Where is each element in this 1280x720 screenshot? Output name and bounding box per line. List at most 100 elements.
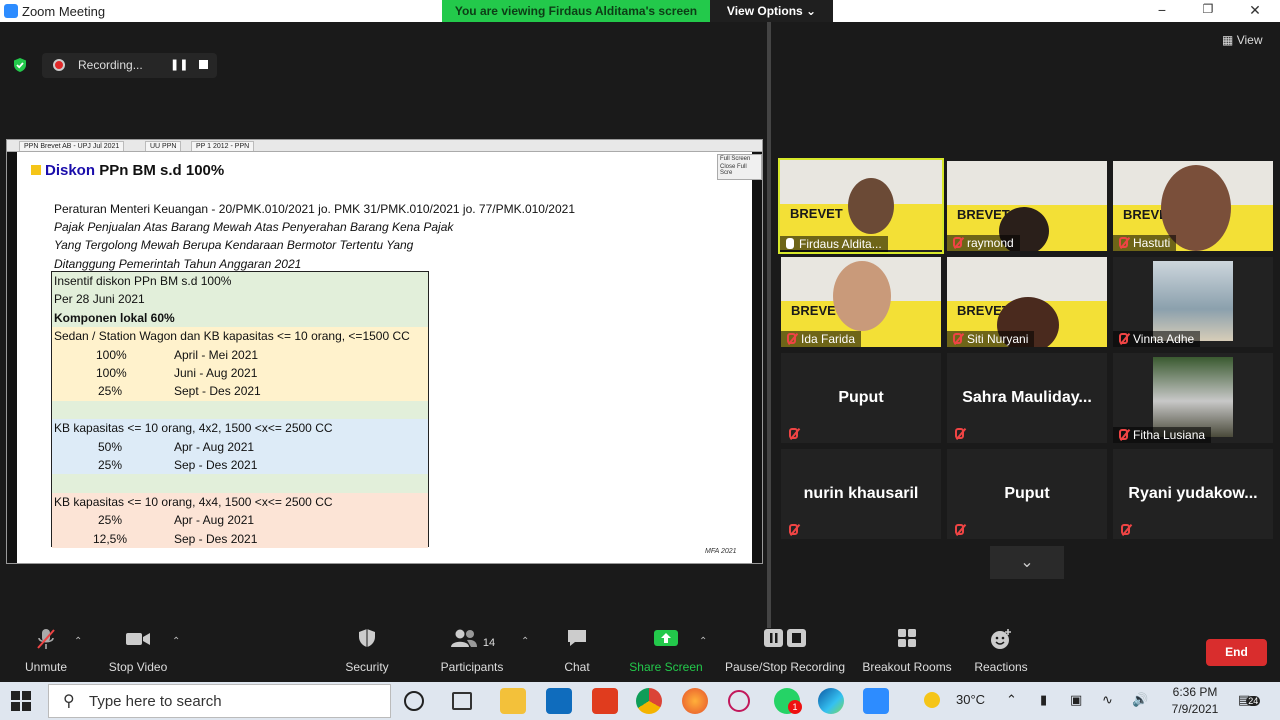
table-row: Komponen lokal 60% — [52, 308, 428, 328]
end-meeting-button[interactable]: End — [1206, 639, 1267, 666]
participant-tile[interactable]: BREVET Siti Nuryani — [947, 257, 1107, 347]
stop-recording-button[interactable] — [199, 60, 208, 69]
task-view-icon[interactable] — [452, 692, 472, 710]
pause-recording-button[interactable]: ❚❚ — [170, 58, 188, 71]
discount-percent: 25% — [98, 513, 123, 528]
taskbar-clock[interactable]: 6:36 PM 7/9/2021 — [1160, 684, 1230, 718]
audio-options-caret[interactable]: ⌃ — [74, 636, 82, 647]
table-row: KB kapasitas <= 10 orang, 4x2, 1500 <x<=… — [52, 419, 428, 438]
pause-stop-icon — [722, 628, 848, 658]
microphone-tray-icon[interactable]: ▮ — [1040, 692, 1047, 708]
outlook-icon[interactable] — [546, 688, 572, 714]
table-row: Sedan / Station Wagon dan KB kapasitas <… — [52, 327, 428, 346]
participant-tile[interactable]: BREVET Firdaus Aldita... — [778, 158, 944, 254]
table-row: 25% Apr - Aug 2021 — [52, 511, 428, 530]
table-row: 50% Apr - Aug 2021 — [52, 437, 428, 456]
volume-icon[interactable]: 🔊 — [1132, 692, 1148, 708]
discount-percent: 12,5% — [93, 531, 128, 546]
battery-icon[interactable]: ▣ — [1070, 692, 1082, 708]
share-options-caret[interactable]: ⌃ — [699, 636, 707, 647]
participant-name-display: Sahra Mauliday... — [962, 389, 1092, 406]
ppt-tab[interactable]: PPN Brevet AB - UPJ Jul 2021 — [19, 141, 125, 151]
participant-name-display: Puput — [838, 389, 884, 406]
security-shield-icon[interactable] — [12, 57, 28, 73]
table-row: 12,5% Sep - Des 2021 — [52, 529, 428, 548]
window-title: Zoom Meeting — [22, 4, 106, 19]
clock-time: 6:36 PM — [1172, 685, 1218, 699]
participant-video — [833, 261, 891, 331]
participant-tile[interactable]: BREVET Ida Farida — [781, 257, 941, 347]
viewing-screen-banner: You are viewing Firdaus Alditama's scree… — [442, 0, 710, 22]
firefox-icon[interactable] — [682, 688, 708, 714]
participants-button[interactable]: 14 Participants — [436, 628, 508, 682]
view-label: View — [1236, 33, 1263, 47]
participant-name-label: Ida Farida — [781, 331, 862, 347]
gallery-view-button[interactable]: ▦ View — [1222, 33, 1262, 47]
snipping-tool-icon[interactable] — [728, 690, 750, 712]
maximize-button[interactable]: ❐ — [1188, 2, 1228, 20]
slide-title-keyword: Diskon — [45, 162, 96, 179]
table-row: Insentif diskon PPn BM s.d 100% — [52, 272, 428, 291]
close-full-screen-menu-item[interactable]: Close Full Scre — [718, 163, 761, 177]
whatsapp-icon[interactable]: 1 — [774, 688, 802, 714]
pause-stop-recording-button[interactable]: Pause/Stop Recording — [722, 628, 848, 682]
taskbar-search-input[interactable]: ⚲ Type here to search — [48, 684, 391, 718]
discount-percent: 100% — [96, 366, 127, 380]
close-button[interactable]: ✕ — [1235, 2, 1275, 20]
unmute-button[interactable]: Unmute — [22, 628, 70, 682]
breakout-rooms-button[interactable]: Breakout Rooms — [860, 628, 954, 682]
participant-tile[interactable]: Sahra Mauliday... — [947, 353, 1107, 443]
regulation-line: Peraturan Menteri Keuangan - 20/PMK.010/… — [54, 202, 575, 216]
participant-tile[interactable]: BREVET raymond — [947, 161, 1107, 251]
table-row-spacer — [52, 400, 428, 420]
participant-tile[interactable]: Fitha Lusiana — [1113, 353, 1273, 443]
table-row: 100% April - Mei 2021 — [52, 345, 428, 364]
cortana-icon[interactable] — [404, 691, 424, 711]
split-divider[interactable] — [767, 22, 771, 630]
zoom-taskbar-icon[interactable] — [863, 688, 889, 714]
file-explorer-icon[interactable] — [500, 688, 526, 714]
participant-name-label: Firdaus Aldita... — [780, 236, 888, 252]
meeting-toolbar: Unmute ⌃ Stop Video ⌃ Security 14 Partic… — [0, 628, 1280, 682]
weather-icon[interactable] — [924, 692, 940, 711]
reactions-button[interactable]: Reactions — [972, 628, 1030, 682]
participant-name-label: Siti Nuryani — [947, 331, 1035, 347]
wifi-icon[interactable]: ∿ — [1102, 692, 1113, 708]
video-options-caret[interactable]: ⌃ — [172, 636, 180, 647]
muted-mic-icon — [22, 628, 70, 658]
participant-tile[interactable]: Vinna Adhe — [1113, 257, 1273, 347]
tray-expand-icon[interactable]: ⌃ — [1006, 692, 1017, 708]
participant-tile[interactable]: Puput — [781, 353, 941, 443]
gallery-next-page-button[interactable]: ⌄ — [990, 546, 1064, 579]
slide-border-left — [7, 152, 17, 563]
ppt-tab[interactable]: UU PPN — [145, 141, 182, 151]
participant-tile[interactable]: BREVET Hastuti — [1113, 161, 1273, 251]
recording-dot-icon — [53, 59, 65, 71]
discount-percent: 100% — [96, 347, 127, 362]
ppt-tab[interactable]: PP 1 2012 - PPN — [191, 141, 255, 151]
notification-center-icon[interactable]: ▤24 — [1238, 692, 1261, 708]
participant-name-label: Hastuti — [1113, 235, 1177, 251]
participant-name-label: raymond — [947, 235, 1020, 251]
participant-tile[interactable]: Puput — [947, 449, 1107, 539]
stop-video-button[interactable]: Stop Video — [106, 628, 170, 682]
participant-avatar — [1153, 357, 1233, 437]
participants-options-caret[interactable]: ⌃ — [521, 636, 529, 647]
regulation-line: Ditanggung Pemerintah Tahun Anggaran 202… — [54, 257, 302, 271]
chevron-down-icon: ⌄ — [1020, 554, 1034, 571]
share-screen-icon — [628, 628, 704, 658]
muted-mic-icon — [1119, 237, 1128, 248]
participant-tile[interactable]: Ryani yudakow... — [1113, 449, 1273, 539]
view-options-button[interactable]: View Options ⌄ — [710, 0, 833, 22]
participant-tile[interactable]: nurin khausaril — [781, 449, 941, 539]
minimize-button[interactable]: − — [1142, 2, 1182, 20]
chrome-icon[interactable] — [636, 688, 662, 714]
acrobat-icon[interactable] — [592, 688, 618, 714]
full-screen-menu-item[interactable]: Full Screen — [718, 155, 761, 163]
recording-label: Recording... — [78, 58, 143, 72]
windows-start-icon[interactable] — [10, 690, 32, 712]
edge-icon[interactable] — [818, 688, 844, 714]
security-button[interactable]: Security — [343, 628, 391, 682]
chat-button[interactable]: Chat — [560, 628, 594, 682]
share-screen-button[interactable]: Share Screen — [628, 628, 704, 682]
